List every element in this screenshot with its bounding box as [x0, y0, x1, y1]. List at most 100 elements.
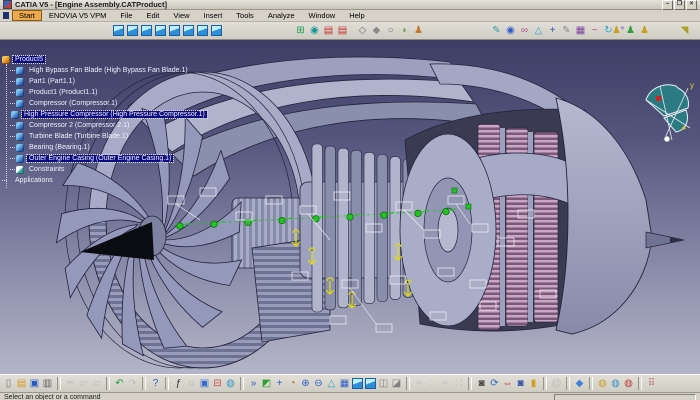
new-document-icon[interactable]: ▯ — [2, 377, 15, 390]
hidden-line-view-icon[interactable]: ◫ — [377, 377, 390, 390]
formula-icon[interactable]: ƒ — [172, 377, 185, 390]
back-view-cube-icon[interactable] — [141, 25, 152, 36]
rotate-icon[interactable]: ◔ — [286, 377, 299, 390]
dmu-grid-icon[interactable]: ▦ — [574, 24, 587, 37]
leaf-tool-icon[interactable]: ◗ — [398, 24, 411, 37]
fly-mode-icon[interactable]: » — [247, 377, 260, 390]
copy-icon[interactable]: ▱ — [77, 377, 90, 390]
menu-file[interactable]: File — [113, 10, 139, 21]
workbench-icon[interactable]: ⊞ — [294, 24, 307, 37]
bottom-view-cube-icon[interactable] — [197, 25, 208, 36]
viewport-3d[interactable]: y Product5 High Bypass Fan Blade (High B… — [0, 40, 700, 374]
close-button[interactable]: × — [686, 0, 697, 10]
generative-shape-icon[interactable]: △ — [532, 24, 545, 37]
tree-item[interactable]: Compressor (Compressor.1) — [10, 98, 192, 109]
menu-window[interactable]: Window — [302, 10, 343, 21]
left-view-cube-icon[interactable] — [155, 25, 166, 36]
measure-icon[interactable]: ⇔ — [501, 377, 514, 390]
render-setup-icon[interactable]: ◙ — [514, 377, 527, 390]
clipping-4-icon[interactable]: ∷ — [452, 377, 465, 390]
annotation-bubble-icon[interactable]: ◌ — [185, 377, 198, 390]
top-view-cube-icon[interactable] — [183, 25, 194, 36]
tree-item-constraints[interactable]: Constraints — [10, 164, 192, 175]
drafting-icon[interactable]: ✎ — [560, 24, 573, 37]
zoom-in-icon[interactable]: ⊕ — [299, 377, 312, 390]
shading-cube-icon[interactable] — [352, 378, 363, 389]
tree-item[interactable]: Product1 (Product1.1) — [10, 87, 192, 98]
tree-item-applications[interactable]: Applications — [2, 175, 192, 186]
tree-item[interactable]: Turbine Blade (Turbine Blade.1) — [10, 131, 192, 142]
exhaust-cone[interactable] — [556, 98, 684, 334]
minimize-button[interactable]: – — [662, 0, 673, 10]
smart-pick-icon[interactable]: ◆ — [370, 24, 383, 37]
screen-capture-icon[interactable]: ▣ — [198, 377, 211, 390]
turntable-icon[interactable]: ⟳ — [488, 377, 501, 390]
clipping-1-icon[interactable]: ≈ — [413, 377, 426, 390]
part-design-icon[interactable]: ◉ — [504, 24, 517, 37]
no-edges-view-icon[interactable]: ◪ — [390, 377, 403, 390]
menu-analyze[interactable]: Analyze — [261, 10, 302, 21]
knowledge-tool-icon[interactable]: ~ — [588, 24, 601, 37]
quick-view-icon[interactable]: ▦ — [338, 377, 351, 390]
menu-edit[interactable]: Edit — [139, 10, 166, 21]
sketcher-icon[interactable]: ✎ — [490, 24, 503, 37]
redo-icon[interactable]: ↷ — [126, 377, 139, 390]
whats-this-help-icon[interactable]: ? — [149, 377, 162, 390]
magnifier-tool-icon[interactable]: ○ — [384, 24, 397, 37]
person-green-icon[interactable]: ♟ — [624, 24, 637, 37]
view-compass[interactable]: y — [646, 81, 694, 142]
publish-gold-icon[interactable]: ◍ — [596, 377, 609, 390]
browser-window-icon[interactable]: ◍ — [224, 377, 237, 390]
tree-item[interactable]: Outer Engine Casing (Outer Engine Casing… — [10, 153, 192, 164]
tree-item[interactable]: High Pressure Compressor (High Pressure … — [10, 109, 192, 120]
manikin-tool-icon[interactable]: ♟ — [412, 24, 425, 37]
save-icon[interactable]: ▣ — [28, 377, 41, 390]
person-gold-2-icon[interactable]: ♟ — [638, 24, 651, 37]
camera-icon[interactable]: ◙ — [475, 377, 488, 390]
menu-enovia[interactable]: ENOVIA V5 VPM — [42, 10, 114, 21]
paste-icon[interactable]: ▱ — [90, 377, 103, 390]
menu-help[interactable]: Help — [342, 10, 371, 21]
catalog-browser-icon[interactable]: ◉ — [308, 24, 321, 37]
tree-root[interactable]: Product5 — [2, 54, 192, 65]
maximize-button[interactable]: ❐ — [674, 0, 685, 10]
named-views-cube-icon[interactable] — [211, 25, 222, 36]
lock-icon[interactable]: ▮ — [527, 377, 540, 390]
print-icon[interactable]: ▥ — [41, 377, 54, 390]
grid-dots-icon[interactable]: ⠿ — [645, 377, 658, 390]
front-view-cube-icon[interactable] — [127, 25, 138, 36]
pan-icon[interactable]: + — [273, 377, 286, 390]
menu-tools[interactable]: Tools — [229, 10, 261, 21]
tree-root-label[interactable]: Product5 — [13, 56, 45, 63]
right-view-cube-icon[interactable] — [169, 25, 180, 36]
iso-view-cube-icon[interactable] — [113, 25, 124, 36]
tree-item[interactable]: Compressor 2 (Compressor 2.1) — [10, 120, 192, 131]
apply-material-icon[interactable]: ◆ — [573, 377, 586, 390]
assembly-design-icon[interactable]: ∞ — [518, 24, 531, 37]
publish-blue-icon[interactable]: ◍ — [609, 377, 622, 390]
pdm-document-1-icon[interactable]: ▤ — [322, 24, 335, 37]
tree-item[interactable]: Bearing (Bearing.1) — [10, 142, 192, 153]
wireframe-cube-icon[interactable] — [365, 378, 376, 389]
zoom-out-icon[interactable]: ⊖ — [312, 377, 325, 390]
pdm-document-2-icon[interactable]: ▤ — [336, 24, 349, 37]
structure-design-icon[interactable]: + — [546, 24, 559, 37]
tree-item[interactable]: High Bypass Fan Blade (High Bypass Fan B… — [10, 65, 192, 76]
clipping-2-icon[interactable]: ∷ — [426, 377, 439, 390]
menu-insert[interactable]: Insert — [197, 10, 230, 21]
cut-icon[interactable]: ✂ — [64, 377, 77, 390]
publish-red-icon[interactable]: ◍ — [622, 377, 635, 390]
mail-icon[interactable]: @ — [550, 377, 563, 390]
plane-tool-icon[interactable]: ◥ — [678, 24, 691, 37]
command-field[interactable] — [554, 394, 696, 400]
menu-view[interactable]: View — [166, 10, 196, 21]
open-folder-icon[interactable]: ▤ — [15, 377, 28, 390]
multi-view-icon[interactable]: ◩ — [260, 377, 273, 390]
normal-view-icon[interactable]: △ — [325, 377, 338, 390]
snap-tool-icon[interactable]: ◇ — [356, 24, 369, 37]
tree-item[interactable]: Part1 (Part1.1) — [10, 76, 192, 87]
person-gold-icon[interactable]: ♟ — [610, 24, 623, 37]
menu-start[interactable]: Start — [12, 10, 42, 21]
link-manager-icon[interactable]: ⊟ — [211, 377, 224, 390]
undo-icon[interactable]: ↶ — [113, 377, 126, 390]
